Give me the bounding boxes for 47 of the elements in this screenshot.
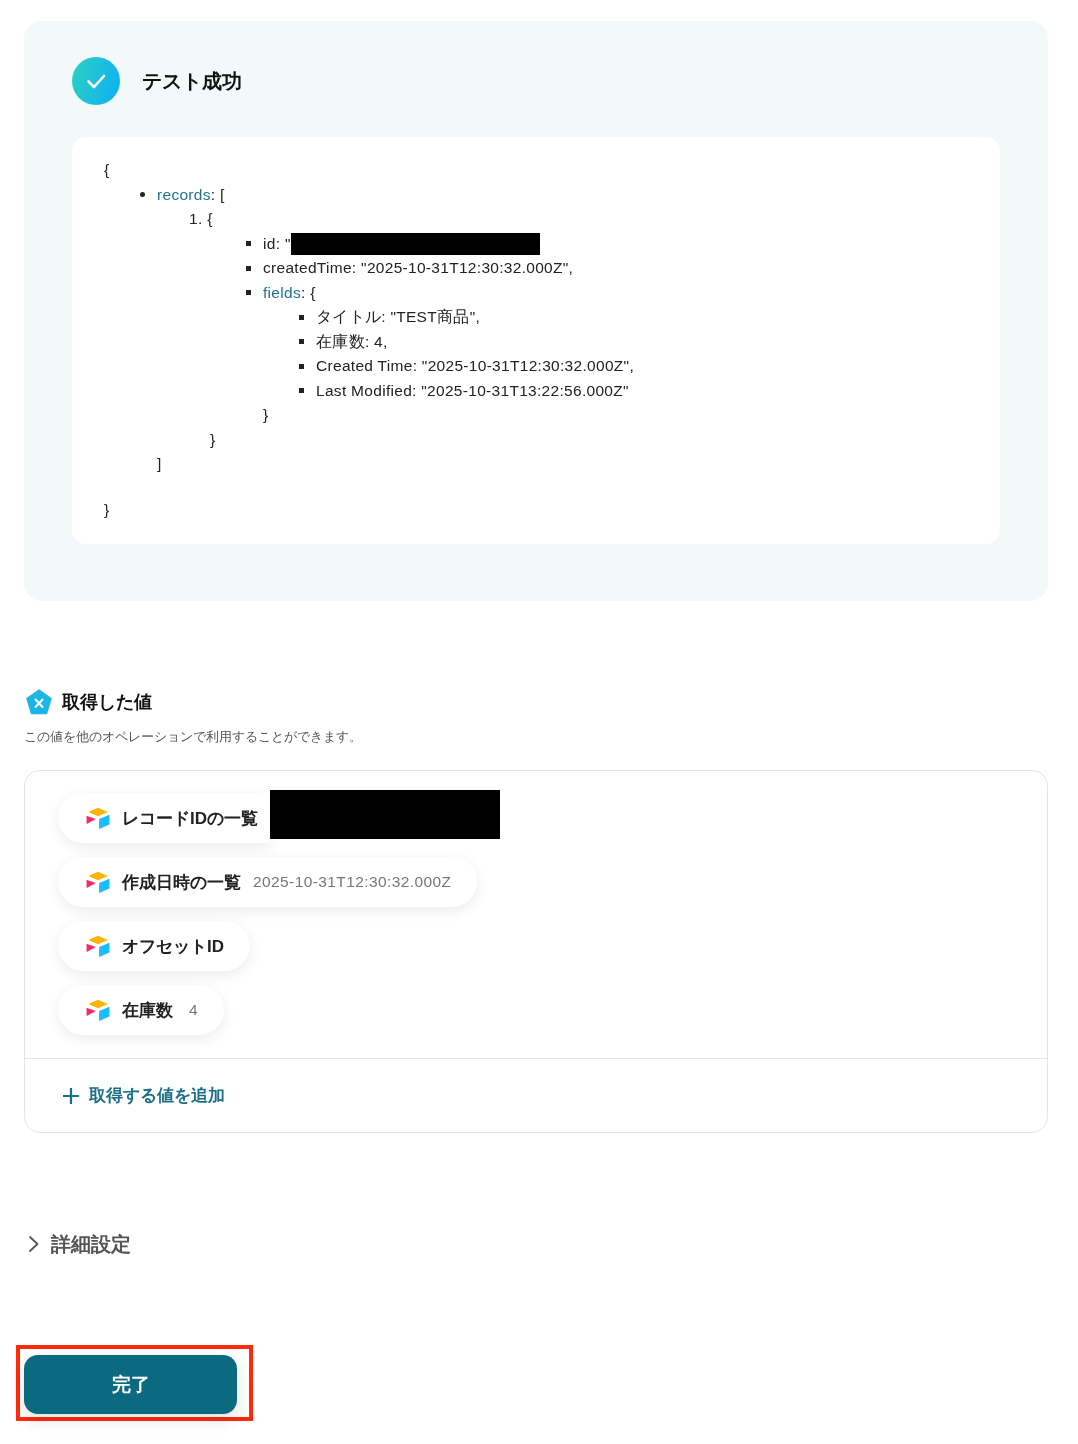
- json-line: }: [104, 499, 110, 520]
- value-chip[interactable]: 在庫数 4: [58, 985, 225, 1035]
- chip-label: 作成日時の一覧: [122, 871, 241, 894]
- check-circle-icon: [72, 57, 120, 105]
- bullet-icon: [140, 192, 145, 198]
- square-bullet-icon: [299, 314, 304, 320]
- result-title: テスト成功: [142, 68, 242, 94]
- json-line: 在庫数: 4,: [316, 331, 388, 352]
- pentagon-x-icon: [26, 689, 52, 715]
- square-bullet-icon: [246, 241, 251, 247]
- chip-value: 4: [189, 1001, 199, 1019]
- json-line: Last Modified: "2025-10-31T13:22:56.000Z": [316, 380, 629, 401]
- cube-icon: [86, 935, 110, 957]
- value-chip[interactable]: オフセットID: [58, 921, 250, 971]
- json-line: }: [210, 429, 216, 450]
- json-key-link[interactable]: fields: [263, 283, 301, 301]
- done-button[interactable]: 完了: [24, 1355, 237, 1414]
- json-line: fields: {: [263, 282, 316, 303]
- square-bullet-icon: [246, 290, 251, 296]
- square-bullet-icon: [299, 388, 304, 394]
- json-line: ]: [157, 454, 162, 475]
- value-chip[interactable]: レコードIDの一覧: [58, 793, 270, 843]
- chip-value: 2025-10-31T12:30:32.000Z: [253, 873, 452, 891]
- cube-icon: [86, 871, 110, 893]
- plus-icon: [62, 1086, 80, 1105]
- chip-label: 在庫数: [122, 999, 173, 1022]
- json-line: タイトル: "TEST商品",: [316, 307, 481, 328]
- json-line: id: ": [263, 233, 291, 254]
- json-line: 1. {: [189, 209, 213, 230]
- chip-label: レコードIDの一覧: [122, 807, 258, 830]
- section-title: 取得した値: [62, 691, 152, 714]
- square-bullet-icon: [246, 265, 251, 271]
- section-description: この値を他のオペレーションで利用することができます。: [24, 728, 363, 746]
- cube-icon: [86, 807, 110, 829]
- json-line: {: [104, 160, 110, 181]
- json-line: records: [: [157, 184, 225, 205]
- json-line: }: [263, 405, 269, 426]
- advanced-settings-toggle[interactable]: 詳細設定: [24, 1232, 131, 1256]
- add-value-button[interactable]: 取得する値を追加: [62, 1084, 225, 1107]
- value-chip[interactable]: 作成日時の一覧 2025-10-31T12:30:32.000Z: [58, 857, 478, 907]
- square-bullet-icon: [299, 363, 304, 369]
- cube-icon: [86, 999, 110, 1021]
- json-key-link[interactable]: records: [157, 185, 211, 203]
- json-line: createdTime: "2025-10-31T12:30:32.000Z",: [263, 258, 574, 279]
- square-bullet-icon: [299, 339, 304, 345]
- json-line: Created Time: "2025-10-31T12:30:32.000Z",: [316, 356, 634, 377]
- chip-label: オフセットID: [122, 935, 224, 958]
